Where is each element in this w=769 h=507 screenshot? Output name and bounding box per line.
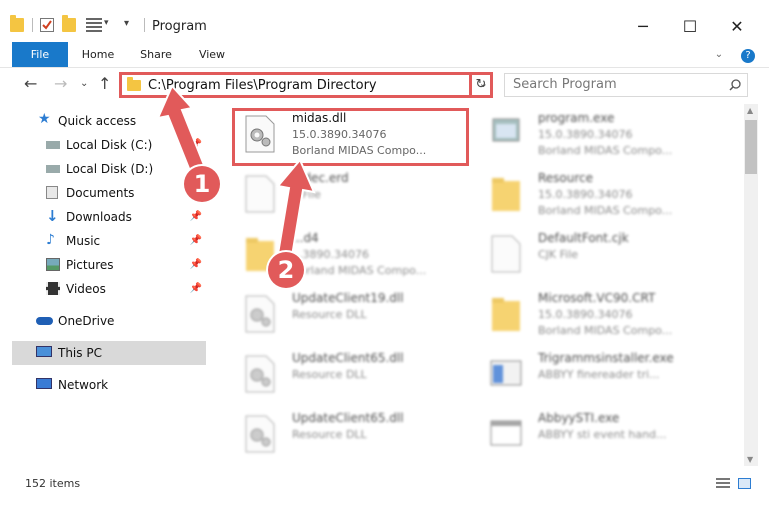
arrow-to-dll-file: [276, 158, 316, 258]
step-badge-1: 1: [184, 166, 220, 202]
annotation-arrows: [156, 84, 316, 258]
step-badge-2: 2: [268, 252, 304, 288]
